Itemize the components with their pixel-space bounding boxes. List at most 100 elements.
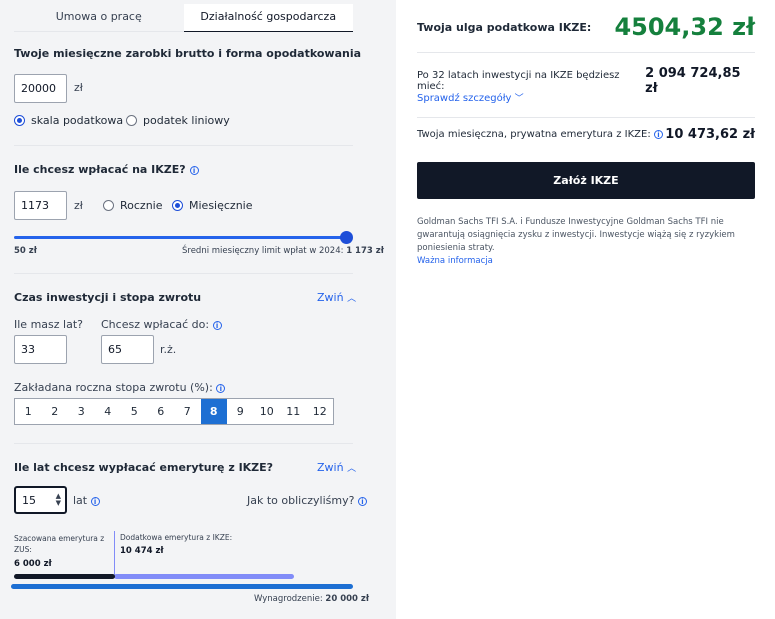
rate-option-10[interactable]: 10 [254, 399, 281, 424]
stepper-arrows-icon[interactable]: ▲ ▼ [56, 493, 61, 507]
rate-option-7[interactable]: 7 [174, 399, 201, 424]
salary-label: Wynagrodzenie: 20 000 zł [254, 594, 369, 604]
zus-pension-value: 6 000 zł [14, 559, 52, 569]
info-icon[interactable]: i [189, 165, 199, 175]
final-capital-value: 2 094 724,85 zł [645, 66, 741, 96]
divider [14, 443, 353, 444]
zus-pension-label-line2: ZUS: [14, 545, 32, 554]
pension-years-stepper[interactable]: 15 ▲ ▼ [14, 486, 67, 514]
results-panel: Twoja ulga podatkowa IKZE: 4504,32 zł Po… [396, 0, 775, 619]
radio-dot-selected [172, 200, 183, 211]
radio-tax-scale-label: skala podatkowa [31, 114, 124, 127]
rate-option-3[interactable]: 3 [68, 399, 95, 424]
payout-age-label: Chcesz wpłacać do: i [101, 318, 222, 331]
payment-slider-track[interactable] [14, 236, 347, 239]
disclaimer-text: Goldman Sachs TFI S.A. i Fundusze Inwest… [417, 217, 735, 253]
slider-min-label: 50 zł [14, 246, 37, 256]
payout-age-input[interactable]: 65 [101, 335, 154, 364]
divider [417, 52, 755, 53]
earnings-heading: Twoje miesięczne zarobki brutto i forma … [14, 47, 362, 60]
info-icon[interactable]: i [216, 383, 226, 393]
slider-max-caption: Średni miesięczny limit wpłat w 2024: [182, 246, 344, 256]
radio-flat-tax-label: podatek liniowy [143, 114, 230, 127]
zus-pension-label: Szacowana emerytura z ZUS: [14, 533, 104, 555]
rate-option-1[interactable]: 1 [15, 399, 42, 424]
rate-option-9[interactable]: 9 [227, 399, 254, 424]
payment-slider-thumb[interactable] [340, 231, 353, 244]
salary-bar [11, 584, 353, 589]
radio-flat-tax[interactable]: podatek liniowy [126, 114, 230, 127]
open-ikze-button[interactable]: Załóż IKZE [417, 162, 755, 199]
info-icon[interactable]: i [653, 129, 663, 139]
rate-label-text: Zakładana roczna stopa zwrotu (%): [14, 381, 213, 394]
ikze-payment-input[interactable]: 1173 [14, 191, 67, 220]
age-label: Ile masz lat? [14, 318, 83, 331]
rate-option-6[interactable]: 6 [148, 399, 175, 424]
details-link-text: Sprawdź szczegóły [417, 93, 512, 104]
collapse-label: Zwiń [317, 291, 344, 304]
zus-pension-label-line1: Szacowana emerytura z [14, 534, 105, 543]
ikze-pension-value: 10 474 zł [120, 546, 164, 556]
radio-tax-scale[interactable]: skala podatkowa [14, 114, 123, 127]
age-input[interactable]: 33 [14, 335, 67, 364]
divider [14, 145, 353, 146]
ikze-pension-label: Dodatkowa emerytura z IKZE: [120, 533, 233, 542]
divider [417, 117, 755, 118]
pension-collapse-link[interactable]: Zwiń ︿ [317, 461, 356, 474]
salary-caption: Wynagrodzenie: [254, 594, 323, 604]
info-icon[interactable]: i [357, 496, 367, 506]
rate-option-5[interactable]: 5 [121, 399, 148, 424]
divider [14, 273, 353, 274]
final-capital-label: Po 32 latach inwestycji na IKZE będziesz… [417, 70, 620, 92]
payout-age-unit: r.ż. [160, 343, 177, 356]
pension-heading: Ile lat chcesz wypłacać emeryturę z IKZE… [14, 461, 274, 474]
slider-max-label: Średni miesięczny limit wpłat w 2024: 1 … [182, 246, 384, 256]
tax-relief-label: Twoja ulga podatkowa IKZE: [417, 20, 592, 34]
details-link[interactable]: Sprawdź szczegóły ﹀ [417, 91, 524, 104]
radio-monthly-label: Miesięcznie [189, 199, 253, 212]
ikze-divider-line [114, 531, 115, 577]
rate-option-12[interactable]: 12 [307, 399, 334, 424]
radio-dot-selected [14, 115, 25, 126]
chevron-up-icon: ︿ [347, 464, 357, 474]
pension-years-unit: lat i [73, 494, 100, 507]
how-calculated-link[interactable]: Jak to obliczyliśmy? i [247, 494, 367, 507]
pension-years-unit-text: lat [73, 494, 88, 507]
chevron-down-icon: ﹀ [514, 94, 524, 104]
info-icon[interactable]: i [212, 320, 222, 330]
tab-employment-contract[interactable]: Umowa o pracę [14, 4, 184, 32]
ikze-payment-heading: Ile chcesz wpłacać na IKZE? i [14, 163, 199, 176]
rate-option-4[interactable]: 4 [95, 399, 122, 424]
calculator-form-panel: Umowa o pracę Działalność gospodarcza Tw… [0, 0, 396, 619]
investment-heading: Czas inwestycji i stopa zwrotu [14, 291, 202, 304]
rate-label: Zakładana roczna stopa zwrotu (%): i [14, 381, 226, 394]
collapse-label: Zwiń [317, 461, 344, 474]
radio-monthly[interactable]: Miesięcznie [172, 199, 253, 212]
monthly-pension-value: 10 473,62 zł [665, 127, 755, 142]
employment-tabs: Umowa o pracę Działalność gospodarcza [14, 4, 353, 32]
payout-age-label-text: Chcesz wpłacać do: [101, 318, 210, 331]
important-info-link[interactable]: Ważna informacja [417, 256, 493, 266]
rate-option-2[interactable]: 2 [42, 399, 69, 424]
monthly-pension-row: Twoja miesięczna, prywatna emerytura z I… [417, 127, 755, 142]
ikze-pension-bar [114, 574, 294, 579]
radio-yearly[interactable]: Rocznie [103, 199, 163, 212]
pension-years-value: 15 [22, 493, 36, 507]
tab-business-activity[interactable]: Działalność gospodarcza [183, 4, 353, 32]
chevron-up-icon: ︿ [347, 294, 357, 304]
tax-relief-row: Twoja ulga podatkowa IKZE: 4504,32 zł [417, 13, 755, 41]
how-calculated-text: Jak to obliczyliśmy? [247, 494, 355, 507]
earnings-unit: zł [74, 81, 83, 94]
rate-option-11[interactable]: 11 [280, 399, 307, 424]
radio-dot [103, 200, 114, 211]
info-icon[interactable]: i [90, 496, 100, 506]
rate-selector: 1 2 3 4 5 6 7 8 9 10 11 12 [14, 398, 334, 425]
investment-collapse-link[interactable]: Zwiń ︿ [317, 291, 356, 304]
ikze-payment-heading-text: Ile chcesz wpłacać na IKZE? [14, 163, 186, 176]
monthly-pension-label: Twoja miesięczna, prywatna emerytura z I… [417, 129, 663, 140]
salary-value: 20 000 zł [325, 594, 370, 604]
slider-max-value: 1 173 zł [346, 246, 384, 256]
earnings-input[interactable]: 20000 [14, 74, 67, 103]
tax-relief-value: 4504,32 zł [614, 13, 755, 41]
rate-option-8[interactable]: 8 [200, 399, 227, 424]
